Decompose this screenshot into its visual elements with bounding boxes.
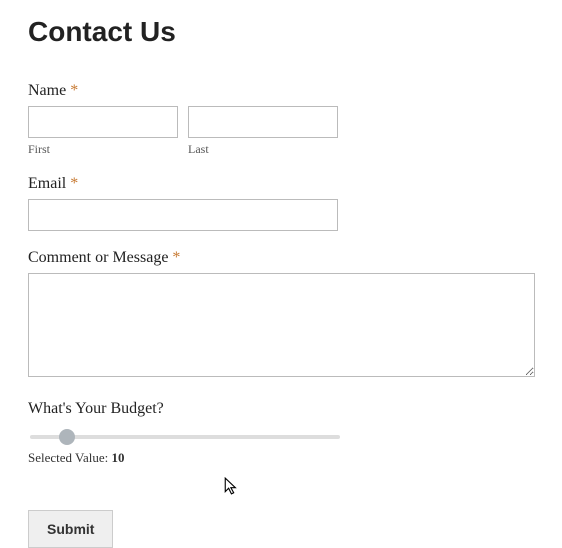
email-label-text: Email xyxy=(28,175,66,192)
budget-field: What's Your Budget? Selected Value: 10 xyxy=(28,400,534,466)
budget-selected-value: Selected Value: 10 xyxy=(28,450,534,466)
message-field: Comment or Message * xyxy=(28,249,534,382)
email-label: Email * xyxy=(28,175,534,193)
required-marker: * xyxy=(172,249,180,266)
first-name-input[interactable] xyxy=(28,106,178,138)
message-label: Comment or Message * xyxy=(28,249,534,267)
required-marker: * xyxy=(70,82,78,99)
message-label-text: Comment or Message xyxy=(28,249,168,266)
budget-slider[interactable] xyxy=(30,435,340,439)
message-textarea[interactable] xyxy=(28,273,535,377)
name-field: Name * First Last xyxy=(28,82,534,157)
email-input[interactable] xyxy=(28,199,338,231)
budget-selected-prefix: Selected Value: xyxy=(28,450,112,465)
required-marker: * xyxy=(70,175,78,192)
budget-selected-number: 10 xyxy=(112,450,125,465)
name-label: Name * xyxy=(28,82,534,100)
last-name-input[interactable] xyxy=(188,106,338,138)
budget-label: What's Your Budget? xyxy=(28,400,534,418)
last-name-sublabel: Last xyxy=(188,142,338,157)
page-title: Contact Us xyxy=(28,16,534,48)
email-field: Email * xyxy=(28,175,534,231)
name-label-text: Name xyxy=(28,82,66,99)
cursor-icon xyxy=(223,477,241,495)
first-name-sublabel: First xyxy=(28,142,178,157)
